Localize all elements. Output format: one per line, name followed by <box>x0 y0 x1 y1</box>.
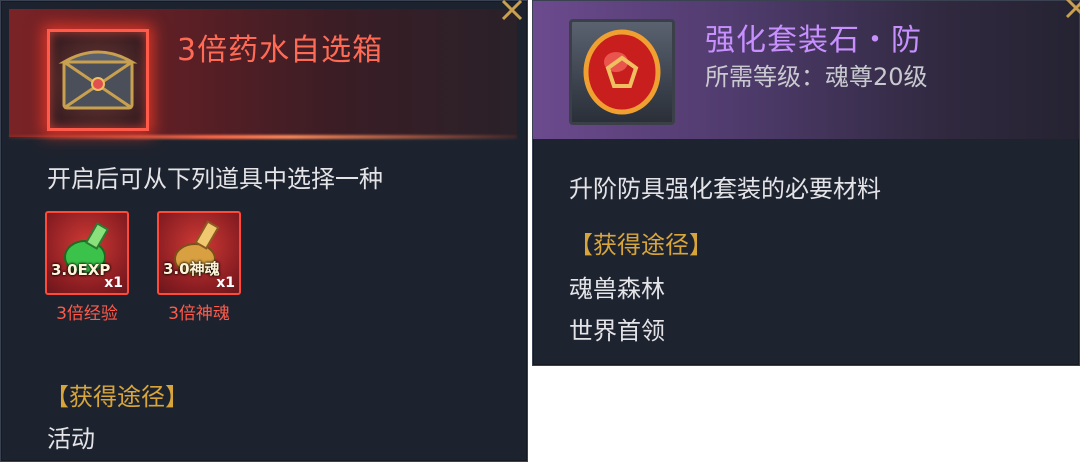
source-heading: 【获得途径】 <box>569 231 713 259</box>
reward-tag: 3.0EXP <box>51 261 111 279</box>
item-icon-frame <box>47 29 149 131</box>
item-title: 强化套装石・防 <box>705 23 922 58</box>
close-corner-icon[interactable] <box>499 0 525 23</box>
level-requirement: 所需等级：魂尊20级 <box>705 63 928 91</box>
reward-item-soul[interactable]: 3.0神魂 x1 3倍神魂 <box>157 211 247 324</box>
source-item: 魂兽森林 <box>569 275 665 303</box>
tooltip-header: 3倍药水自选箱 <box>9 9 517 137</box>
tooltip-header: 强化套装石・防 所需等级：魂尊20级 <box>533 1 1079 139</box>
reward-label: 3倍经验 <box>56 304 118 324</box>
item-title: 3倍药水自选箱 <box>177 33 384 68</box>
reward-tag: 3.0神魂 <box>163 260 220 278</box>
item-description: 升阶防具强化套装的必要材料 <box>569 175 881 203</box>
item-description: 开启后可从下列道具中选择一种 <box>47 165 383 193</box>
reward-icon-box: 3.0神魂 x1 <box>157 211 241 295</box>
shield-gem-icon <box>583 29 661 115</box>
close-corner-icon[interactable] <box>1063 0 1080 21</box>
source-item: 世界首领 <box>569 317 665 345</box>
item-icon-frame <box>569 19 675 125</box>
reward-item-exp[interactable]: 3.0EXP x1 3倍经验 <box>45 211 135 324</box>
reward-label: 3倍神魂 <box>168 304 230 324</box>
treasure-chest-icon <box>58 50 138 110</box>
source-item: 活动 <box>47 425 95 453</box>
reward-icon-box: 3.0EXP x1 <box>45 211 129 295</box>
reward-count: x1 <box>104 275 123 291</box>
item-tooltip-set-stone: 强化套装石・防 所需等级：魂尊20级 升阶防具强化套装的必要材料 【获得途径】 … <box>532 0 1080 366</box>
item-tooltip-potion-box: 3倍药水自选箱 开启后可从下列道具中选择一种 3.0EXP x1 3倍经验 3.… <box>0 0 528 462</box>
source-heading: 【获得途径】 <box>45 383 189 411</box>
reward-count: x1 <box>216 275 235 291</box>
